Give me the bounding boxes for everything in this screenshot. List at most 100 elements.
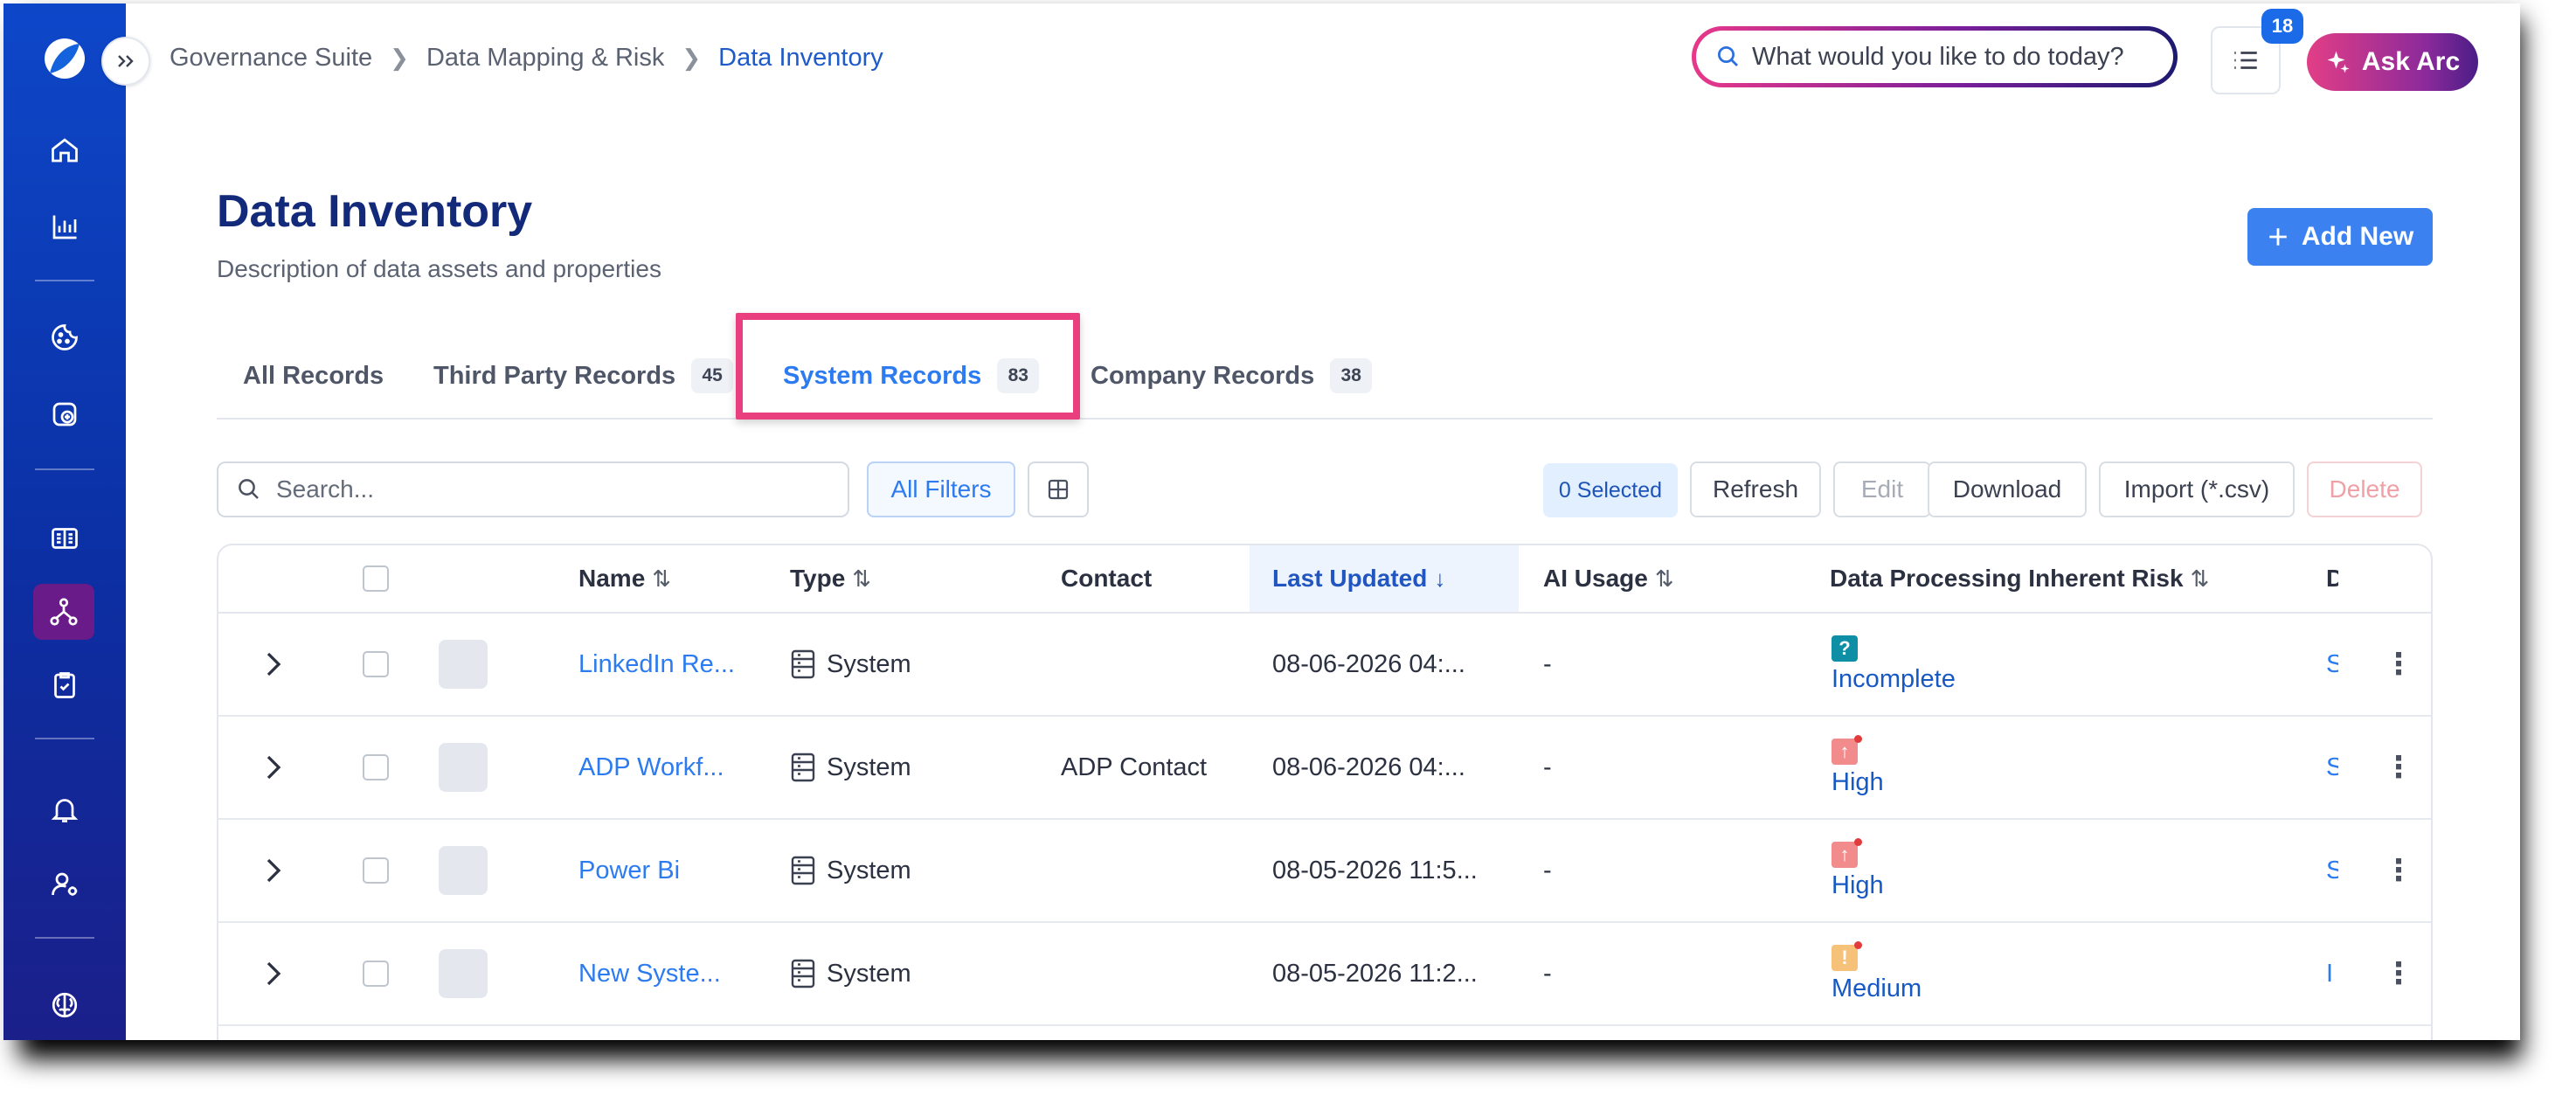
risk-symbol: ↑ [1839,843,1850,865]
record-risk[interactable]: ↑ High [1832,820,1884,921]
refresh-button[interactable]: Refresh [1690,461,1821,517]
truncated-link[interactable]: S [2326,820,2338,921]
row-checkbox[interactable] [363,754,389,780]
edit-button[interactable]: Edit [1833,461,1931,517]
column-header-ai-usage[interactable]: AI Usage ⇅ [1543,545,1674,612]
column-label: AI Usage [1543,565,1648,592]
record-ai-usage: - [1543,753,1552,781]
select-all-checkbox[interactable] [363,565,389,592]
table-layout-icon [1048,479,1069,500]
tabs-divider [217,418,2433,420]
user-settings-icon[interactable] [44,864,86,905]
record-contact: ADP Contact [1061,753,1208,781]
selected-count-badge: 0 Selected [1543,463,1678,517]
expand-row-icon[interactable] [264,923,283,1024]
double-chevron-right-icon [118,55,134,67]
column-layout-button[interactable] [1028,461,1089,517]
table-search-placeholder: Search... [276,475,375,503]
truncated-link[interactable]: S [2326,717,2338,818]
breadcrumb-governance-suite[interactable]: Governance Suite [170,44,372,73]
consent-icon[interactable] [44,393,86,435]
tab-company-records[interactable]: Company Records 38 [1091,351,1373,400]
record-type: System [790,717,911,818]
add-new-button[interactable]: Add New [2247,208,2433,266]
cookie-icon[interactable] [44,316,86,358]
column-label: Name [578,565,646,592]
tasks-count-badge: 18 [2261,9,2303,44]
column-label: Type [790,565,846,592]
table-row[interactable]: New Syste... System 08-05-2026 11:2... -… [218,923,2431,1026]
table-row[interactable]: ADP Workf... System ADP Contact 08-06-20… [218,717,2431,820]
record-thumbnail [439,846,488,895]
column-header-name[interactable]: Name ⇅ [578,545,671,612]
tab-third-party-records[interactable]: Third Party Records 45 [433,351,734,400]
record-risk[interactable]: ! Medium [1832,923,1922,1024]
data-mapping-icon[interactable] [33,584,94,640]
risk-label: Medium [1832,974,1922,1002]
records-icon[interactable] [44,517,86,559]
record-ai-usage: - [1543,649,1552,678]
row-checkbox[interactable] [363,961,389,987]
expand-row-icon[interactable] [264,717,283,818]
ask-arc-button[interactable]: Ask Arc [2307,33,2478,91]
server-icon [791,753,815,782]
tab-all-records[interactable]: All Records [243,351,384,400]
download-button[interactable]: Download [1928,461,2087,517]
sort-icon: ⇅ [2190,565,2210,592]
type-label: System [827,959,911,988]
plus-icon [2269,228,2287,246]
highlight-box [736,313,1080,420]
server-icon [791,649,815,679]
record-name-link[interactable]: Power Bi [578,820,680,921]
all-filters-button[interactable]: All Filters [867,461,1015,517]
ai-command-input[interactable]: What would you like to do today? [1692,26,2178,87]
record-ai-usage: - [1543,959,1552,988]
app-window: Governance Suite ❯ Data Mapping & Risk ❯… [3,3,2520,1040]
expand-row-icon[interactable] [264,614,283,715]
row-checkbox[interactable] [363,651,389,677]
sort-icon: ⇅ [852,565,872,592]
risk-label: High [1832,767,1884,796]
expand-sidebar-button[interactable] [101,37,150,86]
column-label: Data Processing Inherent Risk [1830,565,2184,592]
analytics-icon[interactable] [44,206,86,248]
ask-arc-label: Ask Arc [2361,47,2461,76]
row-menu-icon[interactable]: ⋮ [2384,820,2413,921]
column-header-risk[interactable]: Data Processing Inherent Risk ⇅ [1830,545,2209,612]
record-name-link[interactable]: ADP Workf... [578,717,724,818]
row-menu-icon[interactable]: ⋮ [2384,614,2413,715]
breadcrumb-data-mapping[interactable]: Data Mapping & Risk [426,44,664,73]
assessment-icon[interactable] [44,664,86,706]
table-search-input[interactable]: Search... [217,461,849,517]
column-header-type[interactable]: Type ⇅ [790,545,871,612]
home-icon[interactable] [44,129,86,171]
app-logo[interactable] [45,38,85,79]
table-row[interactable]: Power Bi System 08-05-2026 11:5... - ↑ H… [218,820,2431,923]
expand-row-icon[interactable] [264,820,283,921]
table-row[interactable]: LinkedIn Re... System 08-06-2026 04:... … [218,614,2431,717]
tab-label: Third Party Records [433,361,676,390]
truncated-link[interactable]: I [2326,923,2338,1024]
record-risk[interactable]: ? Incomplete [1832,614,1956,715]
record-risk[interactable]: ↑ High [1832,717,1884,818]
column-header-last-updated[interactable]: Last Updated ↓ [1250,545,1519,612]
sidebar [3,3,126,1040]
record-last-updated: 08-05-2026 11:5... [1272,856,1478,884]
record-name-link[interactable]: New Syste... [578,923,721,1024]
record-thumbnail [439,743,488,792]
server-icon [791,959,815,988]
row-menu-icon[interactable]: ⋮ [2384,717,2413,818]
row-menu-icon[interactable]: ⋮ [2384,923,2413,1024]
record-type: System [790,614,911,715]
bell-icon[interactable] [44,788,86,830]
record-last-updated: 08-05-2026 11:2... [1272,959,1478,988]
brain-icon[interactable] [44,984,86,1026]
column-header-truncated: D [2326,545,2338,612]
breadcrumb-data-inventory: Data Inventory [718,44,883,72]
truncated-link[interactable]: S [2326,614,2338,715]
import-csv-button[interactable]: Import (*.csv) [2099,461,2295,517]
record-name-link[interactable]: LinkedIn Re... [578,614,735,715]
column-label: Last Updated [1272,565,1428,592]
row-checkbox[interactable] [363,857,389,884]
delete-button[interactable]: Delete [2307,461,2422,517]
